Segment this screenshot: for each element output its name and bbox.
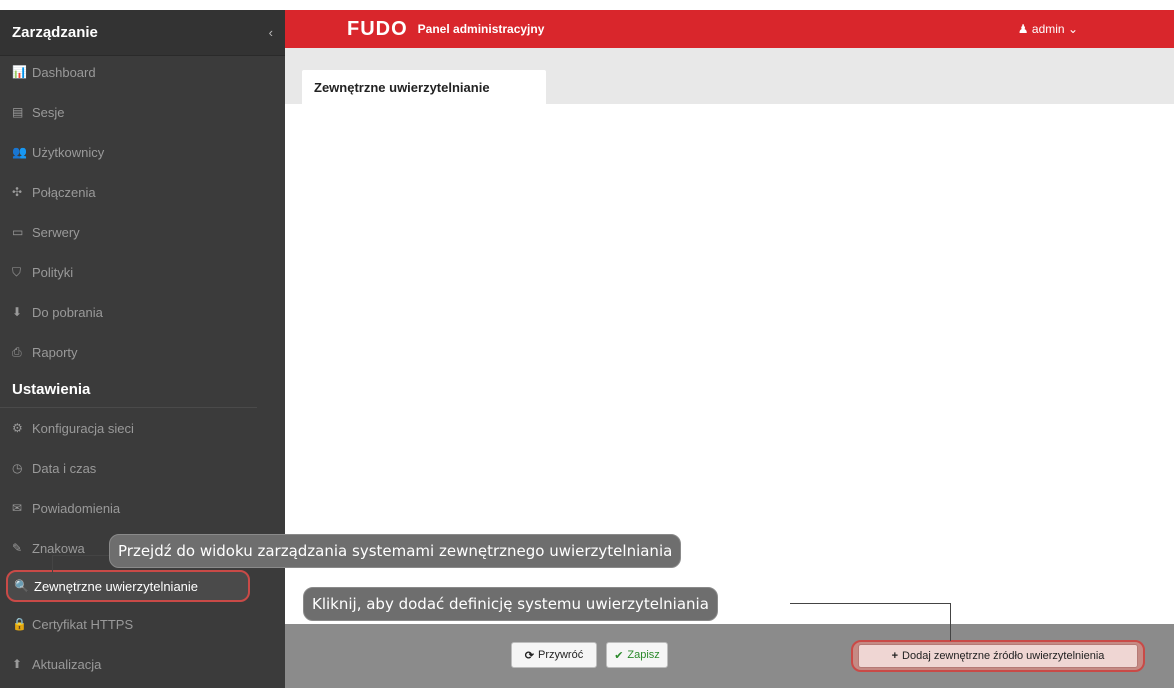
- shield-icon: ⛉: [12, 264, 22, 279]
- add-label: Dodaj zewnętrzne źródło uwierzytelnienia: [902, 650, 1105, 662]
- sidebar-item-downloads[interactable]: ⬇ Do pobrania: [0, 292, 285, 332]
- top-bar: FUDO Panel administracyjny ♟ admin ⌄: [285, 10, 1174, 48]
- sidebar-item-label: Do pobrania: [32, 304, 103, 320]
- print-icon: ⎙: [12, 344, 22, 359]
- sidebar-item-network-config[interactable]: ⚙ Konfiguracja sieci: [0, 408, 285, 448]
- sidebar-header: Zarządzanie ‹: [0, 10, 285, 56]
- sidebar-item-servers[interactable]: ▭ Serwery: [0, 212, 285, 252]
- upload-icon: ⬆: [12, 657, 23, 671]
- chevron-down-icon: ⌄: [1067, 22, 1078, 36]
- callout-click-add: Kliknij, aby dodać definicję systemu uwi…: [303, 587, 718, 621]
- sidebar-item-https-certificate[interactable]: 🔒 Certyfikat HTTPS: [0, 604, 285, 644]
- tab-bar: Zewnętrzne uwierzytelnianie: [285, 48, 1174, 104]
- connections-icon: ✣: [12, 185, 23, 199]
- check-icon: ✔: [614, 649, 624, 662]
- collapse-sidebar-icon[interactable]: ‹: [269, 25, 273, 40]
- sidebar-item-label: Dashboard: [32, 64, 96, 80]
- app-window: Zarządzanie ‹ 📊 Dashboard ▤ Sesje 👥 Użyt…: [0, 0, 1174, 688]
- sidebar: Zarządzanie ‹ 📊 Dashboard ▤ Sesje 👥 Użyt…: [0, 10, 285, 688]
- sidebar-item-date-time[interactable]: ◷ Data i czas: [0, 448, 285, 488]
- sidebar-item-external-auth[interactable]: 🔍 Zewnętrzne uwierzytelnianie: [6, 570, 250, 602]
- sidebar-item-label: Serwery: [32, 224, 80, 240]
- sidebar-item-users[interactable]: 👥 Użytkownicy: [0, 132, 285, 172]
- user-icon: ♟: [1017, 22, 1029, 36]
- fudo-logo: FUDO: [347, 17, 408, 40]
- save-button[interactable]: ✔ Zapisz: [606, 642, 668, 668]
- sessions-icon: ▤: [12, 105, 24, 119]
- clock-icon: ◷: [12, 461, 23, 475]
- sidebar-item-label: Użytkownicy: [32, 144, 105, 160]
- restore-label: Przywróć: [537, 649, 584, 661]
- sidebar-item-label: Połączenia: [32, 184, 96, 200]
- lock-icon: 🔒: [12, 617, 27, 631]
- footer-toolbar: ⟳ Przywróć ✔ Zapisz + Dodaj zewnętrzne ź…: [285, 624, 1174, 688]
- sidebar-item-label: Certyfikat HTTPS: [32, 616, 134, 632]
- callout-connector: [52, 555, 53, 573]
- save-label: Zapisz: [627, 649, 660, 661]
- sidebar-item-policies[interactable]: ⛉ Polityki: [0, 252, 285, 292]
- envelope-icon: ✉: [12, 501, 23, 515]
- user-menu[interactable]: ♟ admin ⌄: [1018, 22, 1078, 36]
- callout-connector: [790, 603, 950, 604]
- key-icon: 🔍: [14, 579, 29, 593]
- sidebar-item-dashboard[interactable]: 📊 Dashboard: [0, 52, 285, 92]
- users-icon: 👥: [12, 145, 27, 159]
- sidebar-item-notifications[interactable]: ✉ Powiadomienia: [0, 488, 285, 528]
- gears-icon: ⚙: [12, 421, 23, 435]
- sidebar-item-connections[interactable]: ✣ Połączenia: [0, 172, 285, 212]
- callout-connector: [52, 555, 110, 556]
- sidebar-item-label: Znakowa: [32, 540, 85, 556]
- edit-icon: ✎: [12, 541, 23, 555]
- sidebar-item-updates[interactable]: ⬆ Aktualizacja: [0, 644, 285, 684]
- sidebar-item-sessions[interactable]: ▤ Sesje: [0, 92, 285, 132]
- sidebar-item-label: Zewnętrzne uwierzytelnianie: [34, 578, 199, 594]
- tab-external-auth[interactable]: Zewnętrzne uwierzytelnianie: [302, 70, 546, 104]
- sidebar-item-label: Konfiguracja sieci: [32, 420, 134, 436]
- chart-icon: 📊: [12, 65, 27, 79]
- sidebar-item-label: Data i czas: [32, 460, 97, 476]
- sidebar-item-reports[interactable]: ⎙ Raporty: [0, 332, 285, 372]
- plus-icon: +: [891, 650, 899, 662]
- panel-title: Panel administracyjny: [417, 22, 545, 36]
- download-icon: ⬇: [12, 305, 23, 319]
- sidebar-item-label: Aktualizacja: [32, 656, 102, 672]
- sidebar-item-label: Polityki: [32, 264, 74, 280]
- restore-button[interactable]: ⟳ Przywróć: [511, 642, 597, 668]
- sidebar-item-label: Raporty: [32, 344, 78, 360]
- sidebar-item-label: Sesje: [32, 104, 65, 120]
- sidebar-title: Zarządzanie: [12, 24, 98, 41]
- server-icon: ▭: [12, 225, 24, 239]
- add-external-auth-button[interactable]: + Dodaj zewnętrzne źródło uwierzytelnien…: [858, 644, 1138, 668]
- sidebar-item-label: Powiadomienia: [32, 500, 121, 516]
- user-name: admin: [1031, 22, 1065, 36]
- callout-go-to-view: Przejdź do widoku zarządzania systemami …: [109, 534, 682, 568]
- callout-connector: [950, 603, 951, 641]
- sidebar-section-settings: Ustawienia: [0, 372, 257, 408]
- add-button-highlight: + Dodaj zewnętrzne źródło uwierzytelnien…: [851, 640, 1145, 672]
- refresh-icon: ⟳: [524, 649, 534, 662]
